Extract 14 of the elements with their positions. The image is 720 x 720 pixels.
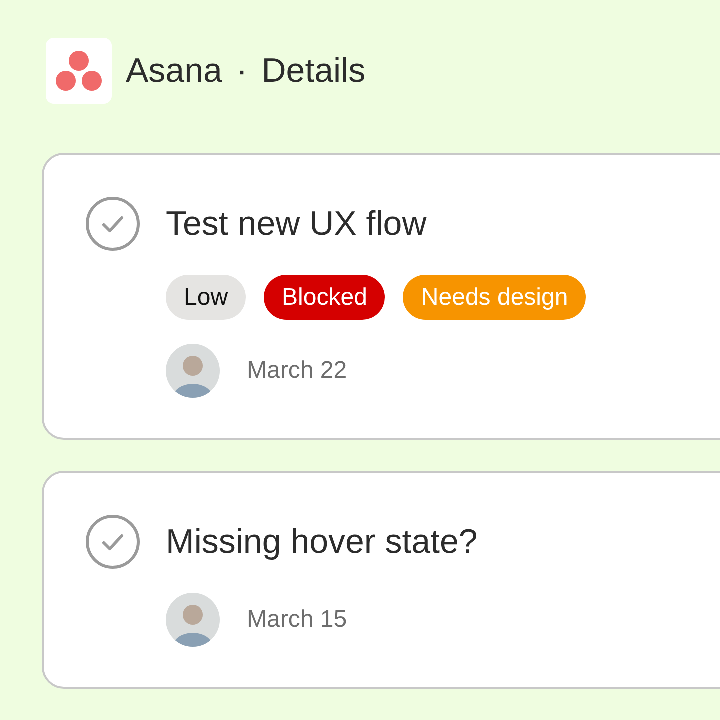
tag: Low (166, 275, 246, 320)
tag: Needs design (403, 275, 586, 320)
page-title: Details (262, 52, 366, 90)
due-date: March 15 (247, 606, 348, 634)
three-dots-icon (56, 50, 102, 92)
task-title[interactable]: Test new UX flow (166, 197, 720, 251)
separator: · (236, 52, 248, 90)
task-title[interactable]: Missing hover state? (166, 515, 720, 569)
complete-checkbox[interactable] (86, 515, 140, 569)
due-date: March 22 (247, 357, 348, 385)
complete-checkbox[interactable] (86, 197, 140, 251)
tag: Blocked (264, 275, 386, 320)
app-name: Asana (126, 52, 222, 90)
avatar (166, 344, 220, 398)
